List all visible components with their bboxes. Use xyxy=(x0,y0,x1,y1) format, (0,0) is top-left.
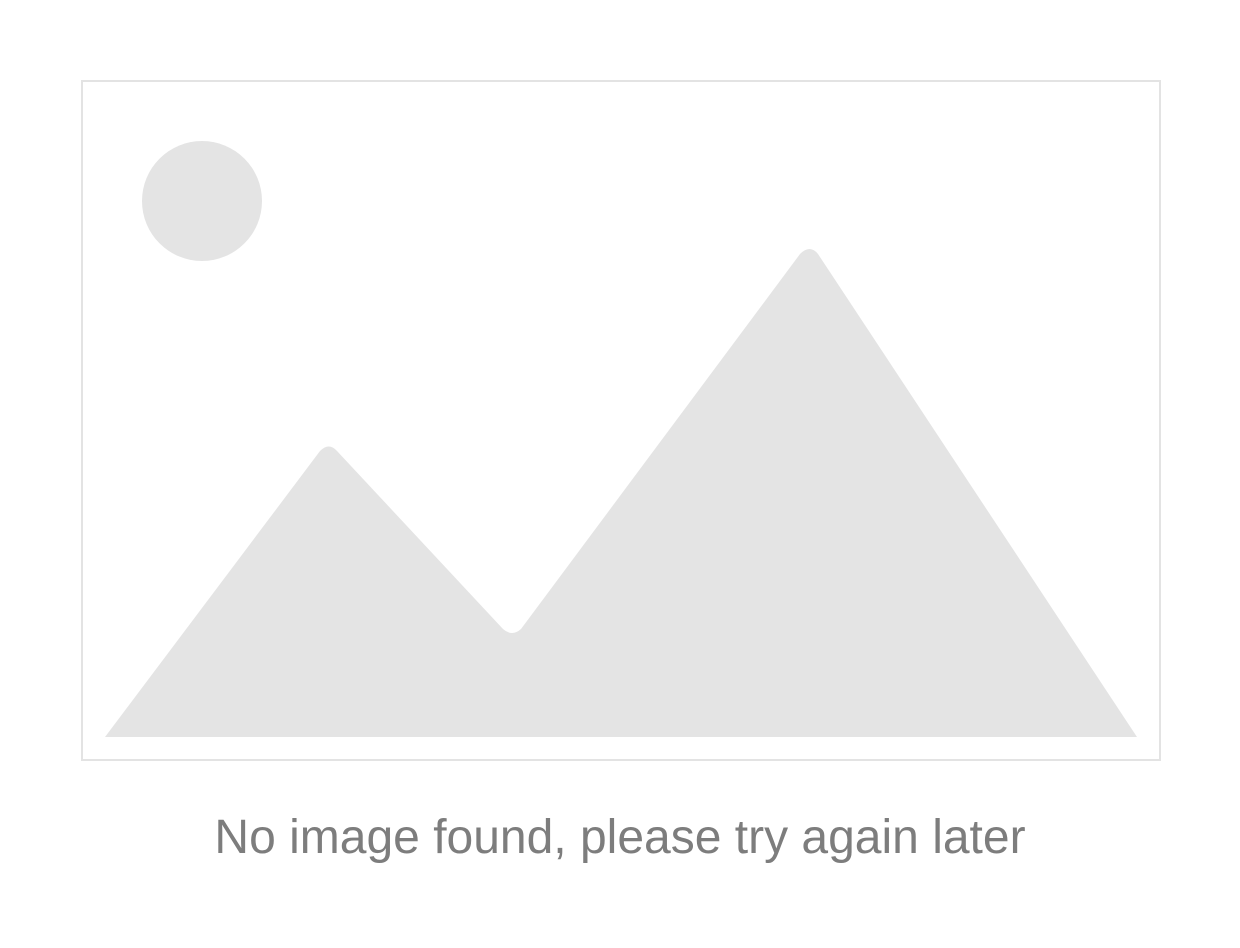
no-image-message: No image found, please try again later xyxy=(214,811,1026,864)
mountains-icon xyxy=(105,249,1137,737)
sun-icon xyxy=(142,141,262,261)
image-placeholder-icon xyxy=(105,141,1137,737)
image-placeholder-frame xyxy=(81,80,1161,761)
image-placeholder-page: No image found, please try again later xyxy=(0,0,1240,948)
